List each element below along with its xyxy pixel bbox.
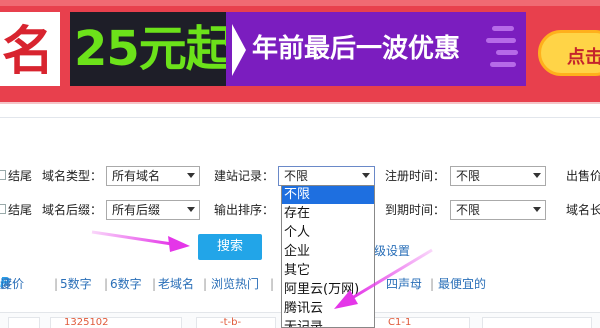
domain-type-label: 域名类型： xyxy=(42,169,103,183)
sale-price-label: 出售价 xyxy=(566,169,600,183)
quick-link-four-initials[interactable]: 四声母 xyxy=(386,276,422,292)
banner-dots-decoration xyxy=(486,20,536,80)
ending-label-2: 结尾 xyxy=(8,203,33,217)
domain-suffix-value: 所有后缀 xyxy=(112,203,161,217)
filter-top-divider xyxy=(0,117,600,118)
banner-promo-text: 年前最后一波优惠 xyxy=(252,34,461,64)
chevron-down-icon xyxy=(533,173,541,178)
expire-time-value: 不限 xyxy=(456,203,481,217)
site-record-select[interactable]: 不限 xyxy=(278,166,375,186)
dropdown-option[interactable]: 无记录 xyxy=(282,319,374,327)
expire-time-label: 到期时间： xyxy=(385,203,446,217)
expire-time-select[interactable]: 不限 xyxy=(450,200,546,220)
link-separator: | xyxy=(54,277,59,291)
dropdown-option[interactable]: 存在 xyxy=(282,205,374,223)
banner-price-panel: 25元起 xyxy=(70,12,234,86)
dropdown-option[interactable]: 企业 xyxy=(282,243,374,261)
dropdown-option[interactable]: 阿里云(万网) xyxy=(282,281,374,299)
quick-link-6-digits[interactable]: 6数字 xyxy=(110,276,142,292)
banner-price-text: 25元起 xyxy=(74,21,234,77)
ending-checkbox-1[interactable] xyxy=(0,170,6,180)
chevron-down-icon xyxy=(187,207,195,212)
reg-time-label: 注册时间： xyxy=(385,169,446,183)
banner-left-char: 名 xyxy=(2,22,55,82)
link-separator: | xyxy=(152,277,157,291)
domain-suffix-select[interactable]: 所有后缀 xyxy=(106,200,200,220)
reg-time-select[interactable]: 不限 xyxy=(450,166,546,186)
quick-link-hot[interactable]: 浏览热门 xyxy=(211,276,259,292)
promo-banner[interactable]: 名 25元起 年前最后一波优惠 点击 xyxy=(0,0,600,104)
link-separator: | xyxy=(104,277,109,291)
result-snippet-1: 1325102 xyxy=(64,317,109,328)
domain-length-label: 域名长 xyxy=(566,203,600,217)
filter-row-1: 结尾 域名类型： 所有域名 建站记录： 不限 注册时间： 不限 出售价 xyxy=(0,166,600,186)
link-separator: | xyxy=(270,277,275,291)
domain-type-select[interactable]: 所有域名 xyxy=(106,166,200,186)
ending-checkbox-2[interactable] xyxy=(0,204,6,214)
domain-type-value: 所有域名 xyxy=(112,169,161,183)
search-button[interactable]: 搜索 xyxy=(198,234,262,260)
banner-left-panel: 名 xyxy=(0,12,60,86)
dropdown-option[interactable]: 其它 xyxy=(282,262,374,280)
quick-link-old-domain[interactable]: 老域名 xyxy=(158,276,194,292)
link-separator: | xyxy=(203,277,208,291)
banner-click-button[interactable]: 点击 xyxy=(538,30,600,76)
quick-link-5-digits[interactable]: 5数字 xyxy=(60,276,92,292)
site-record-label: 建站记录： xyxy=(214,169,275,183)
banner-top-strip xyxy=(0,0,600,6)
play-arrow-icon xyxy=(232,24,246,76)
reg-time-value: 不限 xyxy=(456,169,481,183)
advanced-settings-link[interactable]: 级设置 xyxy=(374,242,410,259)
link-separator: | xyxy=(430,277,435,291)
banner-click-label: 点击 xyxy=(567,47,600,68)
result-snippet-2: -t-b- xyxy=(220,317,242,328)
chevron-down-icon xyxy=(187,173,195,178)
sort-order-label: 输出排序： xyxy=(214,203,275,217)
dropdown-option[interactable]: 不限 xyxy=(282,186,374,204)
site-record-dropdown[interactable]: 不限 存在 个人 企业 其它 阿里云(万网) 腾讯云 无记录 xyxy=(281,185,375,328)
result-snippet-3: C1-1 xyxy=(388,317,412,328)
chevron-down-icon xyxy=(362,173,370,178)
quick-link-cheapest[interactable]: 最便宜的 xyxy=(438,276,486,292)
ending-label-1: 结尾 xyxy=(8,169,33,183)
site-record-value: 不限 xyxy=(284,169,309,183)
dropdown-option[interactable]: 腾讯云 xyxy=(282,300,374,318)
quick-link-0-rating: 评价 xyxy=(0,277,25,291)
domain-suffix-label: 域名后缀： xyxy=(42,203,103,217)
dropdown-option[interactable]: 个人 xyxy=(282,224,374,242)
chevron-down-icon xyxy=(533,207,541,212)
